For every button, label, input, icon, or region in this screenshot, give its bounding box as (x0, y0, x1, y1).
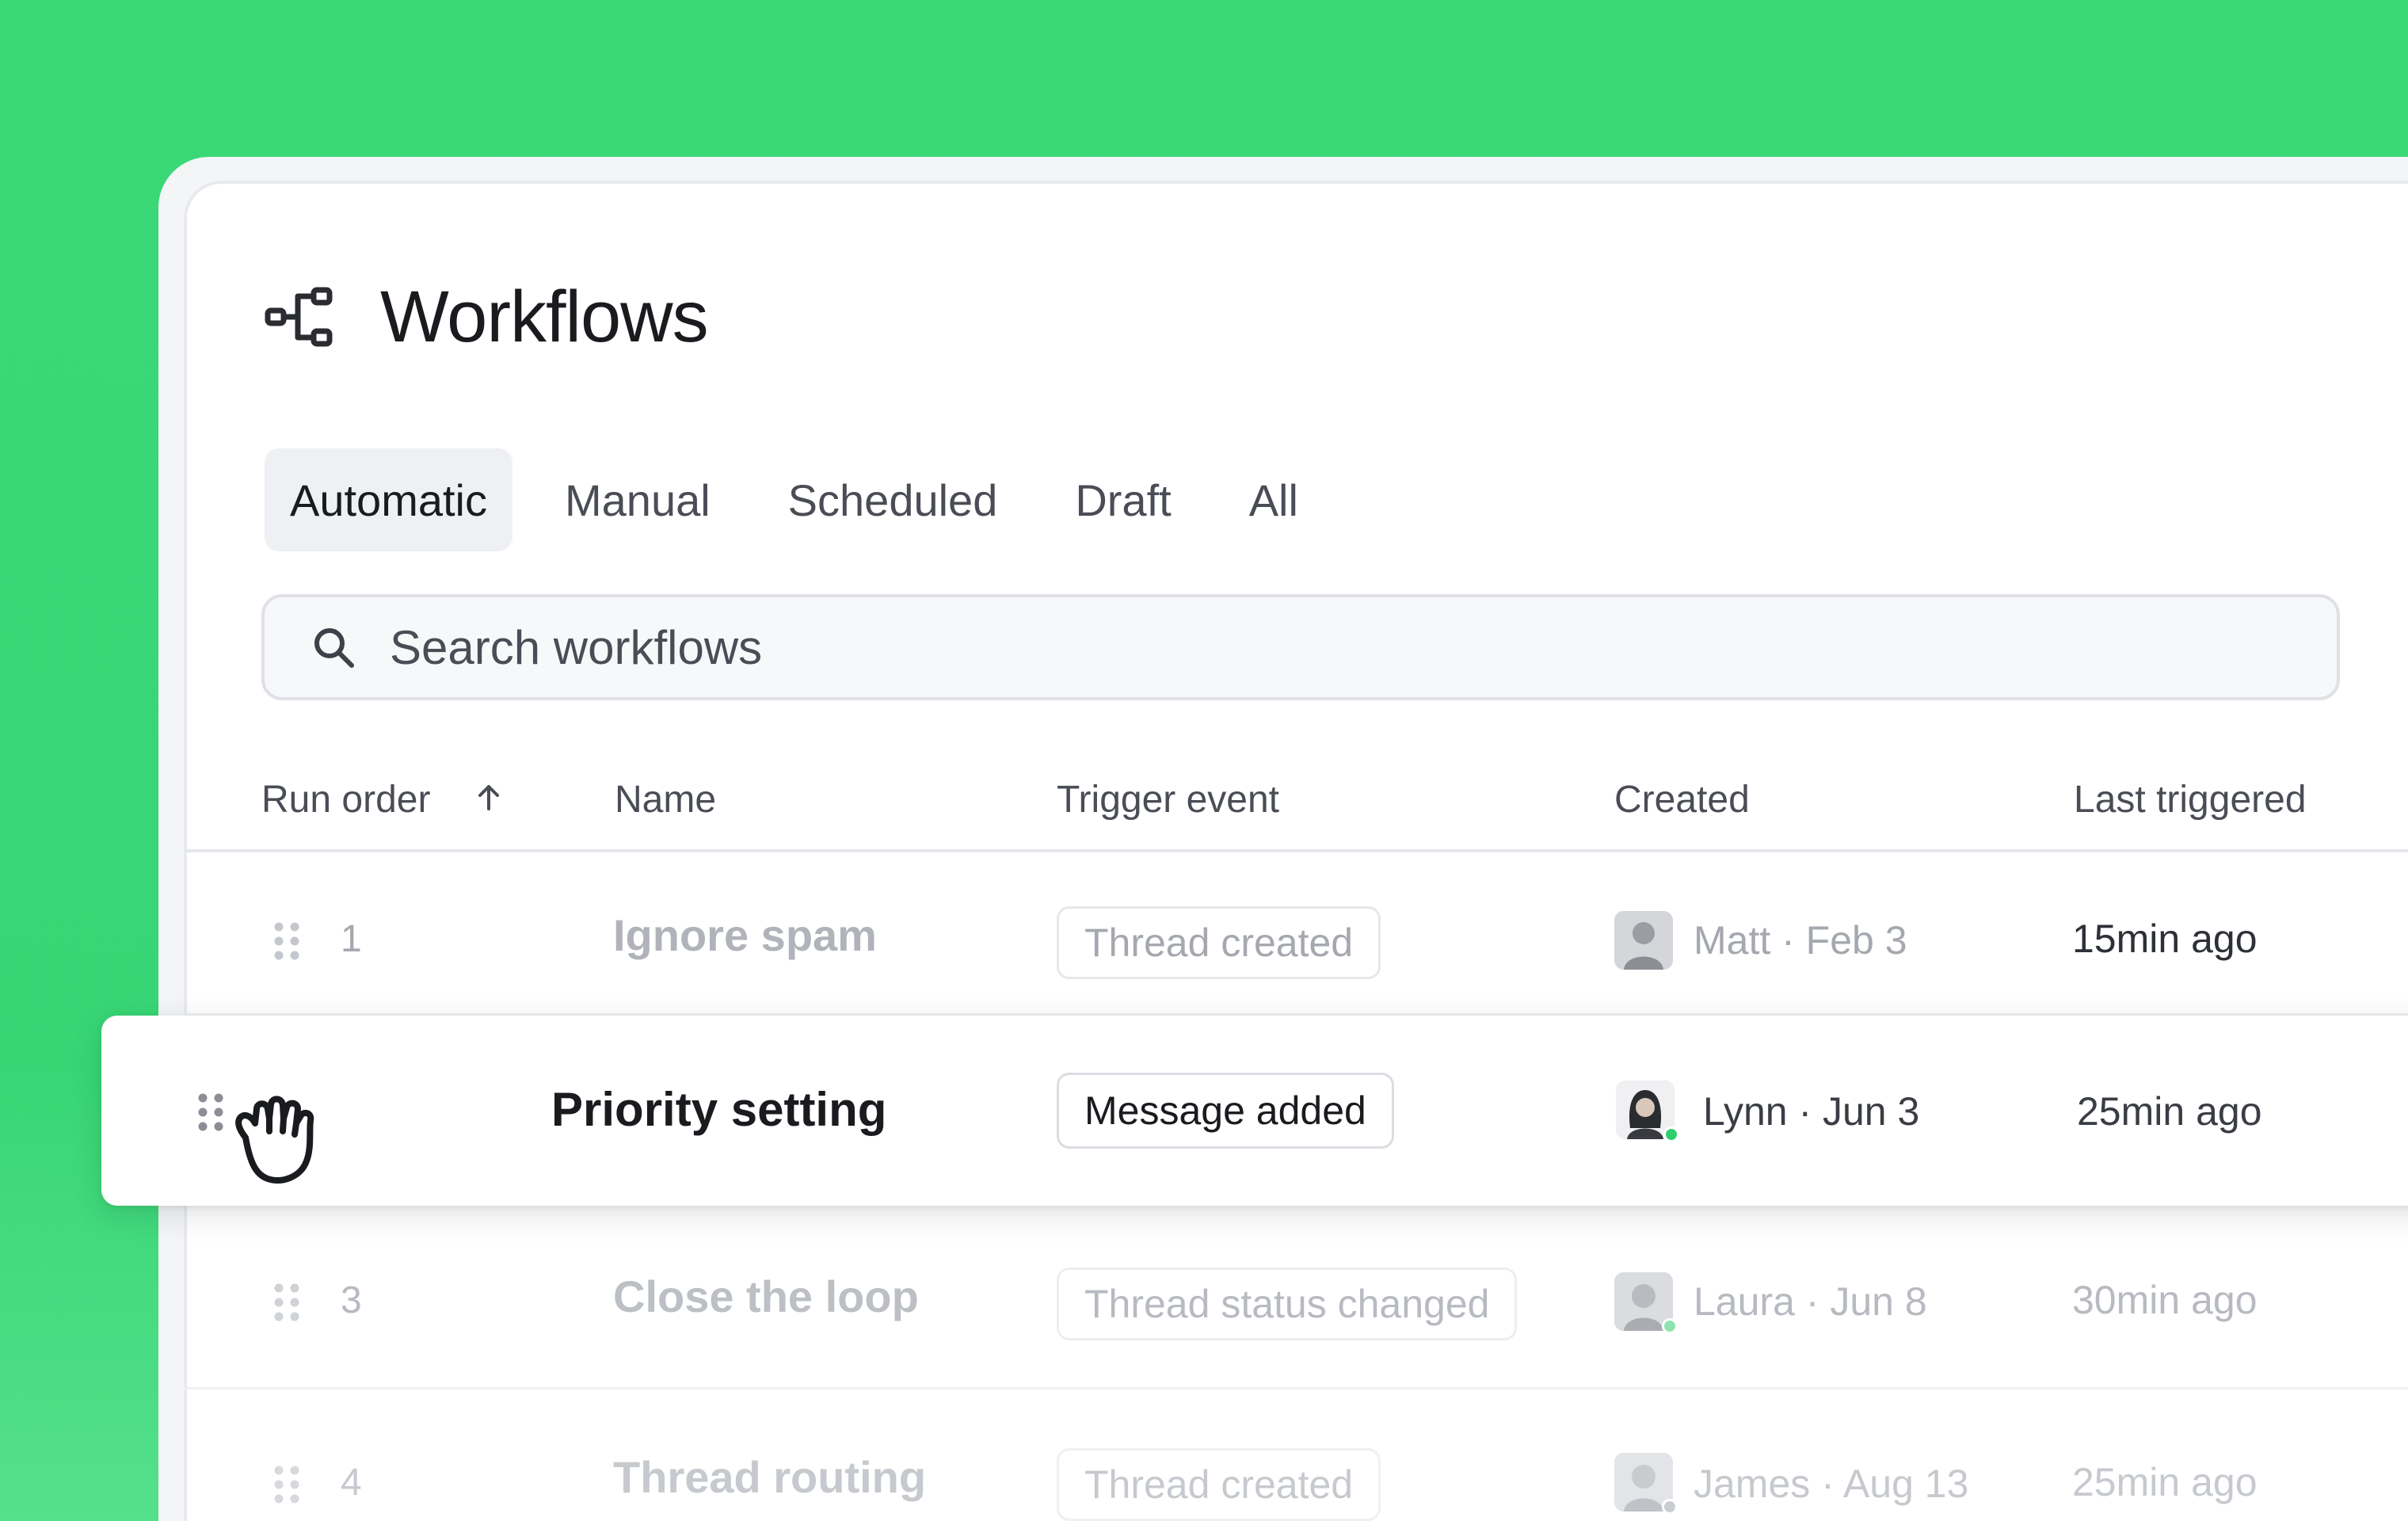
tab-all[interactable]: All (1224, 448, 1324, 551)
column-header-trigger[interactable]: Trigger event (1057, 778, 1279, 821)
page-title: Workflows (380, 276, 709, 357)
table-row[interactable]: 1 Ignore spam Thread created Matt · Feb … (184, 852, 2408, 1016)
column-header-run-order[interactable]: Run order (261, 778, 505, 821)
last-triggered-value: 25min ago (2072, 1460, 2258, 1504)
person-photo-icon (1614, 911, 1673, 970)
trigger-badge: Thread created (1057, 906, 1381, 979)
workflow-name[interactable]: Thread routing (613, 1451, 926, 1503)
created-by-date: James · Aug 13 (1694, 1462, 1969, 1506)
workflow-icon (265, 287, 333, 347)
table-row[interactable]: 4 Thread routing Thread created James · … (184, 1389, 2408, 1521)
table-row-dragging[interactable]: Priority setting Message added Lynn · Ju… (101, 1016, 2408, 1206)
online-status-dot (1662, 1499, 1678, 1515)
drag-handle-icon[interactable] (272, 1282, 301, 1323)
search-input[interactable]: Search workflows (261, 594, 2340, 700)
search-placeholder: Search workflows (390, 620, 763, 674)
trigger-label: Thread created (1084, 921, 1354, 965)
run-order-number: 3 (341, 1279, 362, 1321)
page-header: Workflows (265, 269, 709, 364)
last-triggered-value: 25min ago (2077, 1089, 2262, 1134)
tab-manual[interactable]: Manual (539, 448, 736, 551)
trigger-label: Thread status changed (1084, 1282, 1490, 1326)
tab-draft[interactable]: Draft (1050, 448, 1196, 551)
created-by-date: Laura · Jun 8 (1694, 1279, 1927, 1324)
trigger-badge: Thread status changed (1057, 1268, 1518, 1340)
trigger-badge: Thread created (1057, 1448, 1381, 1521)
run-order-label: Run order (261, 779, 431, 821)
avatar (1614, 911, 1673, 970)
run-order-number: 4 (341, 1462, 362, 1504)
trigger-label: Message added (1084, 1088, 1366, 1133)
tab-scheduled[interactable]: Scheduled (763, 448, 1023, 551)
avatar (1616, 1081, 1679, 1142)
last-triggered-value: 15min ago (2072, 917, 2258, 961)
column-header-name[interactable]: Name (615, 778, 716, 821)
tab-automatic[interactable]: Automatic (265, 448, 512, 551)
grab-hand-icon (235, 1096, 314, 1184)
run-order-number: 1 (341, 918, 362, 960)
drag-handle-icon[interactable] (272, 1464, 301, 1505)
online-status-dot (1662, 1318, 1678, 1334)
table-row[interactable]: 3 Close the loop Thread status changed L… (184, 1206, 2408, 1389)
search-icon (314, 628, 354, 668)
trigger-badge: Message added (1057, 1073, 1394, 1149)
avatar (1614, 1453, 1678, 1515)
last-triggered-value: 30min ago (2072, 1278, 2258, 1322)
workflow-name[interactable]: Ignore spam (613, 909, 877, 961)
arrow-up-icon[interactable] (473, 782, 505, 814)
column-header-last-triggered[interactable]: Last triggered (2074, 778, 2307, 821)
created-by-date: Matt · Feb 3 (1694, 918, 1907, 963)
workflow-name[interactable]: Priority setting (551, 1082, 886, 1137)
online-status-dot (1663, 1126, 1679, 1142)
drag-handle-icon[interactable] (196, 1092, 225, 1133)
created-by-date: Lynn · Jun 3 (1703, 1089, 1920, 1134)
workflow-name[interactable]: Close the loop (613, 1271, 919, 1322)
drag-handle-icon[interactable] (272, 921, 301, 962)
table-header: Run order Name Trigger event Created Las… (184, 760, 2408, 852)
workflow-tabs: Automatic Manual Scheduled Draft All (265, 448, 1351, 551)
avatar (1614, 1272, 1678, 1334)
trigger-label: Thread created (1084, 1462, 1354, 1507)
column-header-created[interactable]: Created (1614, 778, 1750, 821)
